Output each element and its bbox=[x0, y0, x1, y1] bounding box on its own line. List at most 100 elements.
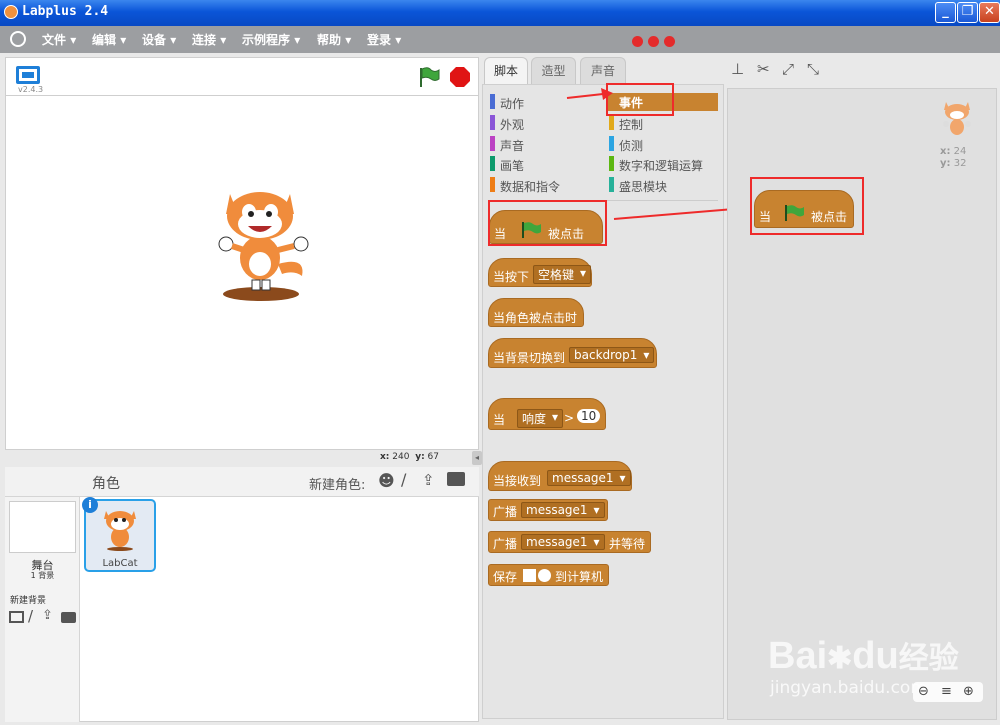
fullscreen-icon[interactable] bbox=[16, 66, 40, 84]
key-dropdown[interactable]: 空格键 bbox=[533, 265, 591, 284]
watermark-url: jingyan.baidu.com bbox=[770, 678, 927, 698]
paint-brush-icon[interactable]: / bbox=[401, 470, 406, 489]
zoom-in-icon[interactable]: ⊕ bbox=[963, 684, 974, 699]
zoom-controls: ⊖ ≡ ⊕ bbox=[913, 682, 983, 702]
when-receive-block[interactable]: 当接收到 message1 bbox=[488, 461, 632, 491]
category-sensing[interactable]: 侦测 bbox=[619, 137, 643, 154]
save-round-slot[interactable] bbox=[538, 569, 551, 582]
category-color bbox=[609, 156, 614, 171]
when-backdrop-switches-block[interactable]: 当背景切换到 backdrop1 bbox=[488, 338, 657, 368]
tab-costumes[interactable]: 造型 bbox=[531, 57, 576, 84]
backdrop-library-icon[interactable] bbox=[9, 611, 24, 623]
grow-icon[interactable]: ⤢ bbox=[782, 60, 794, 78]
menu-device[interactable]: 设备 ▾ bbox=[142, 31, 176, 48]
category-color bbox=[490, 177, 495, 192]
stage-toolbar bbox=[5, 57, 479, 95]
message-dropdown[interactable]: message1 bbox=[547, 470, 631, 486]
shrink-icon[interactable]: ⤡ bbox=[807, 60, 819, 78]
when-loudness-block[interactable]: 当 响度 > 10 bbox=[488, 398, 606, 430]
new-backdrop-label: 新建背景 bbox=[10, 596, 47, 606]
save-input-slot[interactable] bbox=[523, 569, 536, 582]
category-labplus[interactable]: 盛思模块 bbox=[619, 178, 667, 195]
backdrop-count: 1 背景 bbox=[30, 571, 55, 580]
broadcast-and-wait-block[interactable]: 广播 message1 并等待 bbox=[488, 531, 651, 553]
globe-icon[interactable] bbox=[10, 31, 26, 47]
when-key-pressed-block[interactable]: 当按下 空格键 bbox=[488, 258, 592, 287]
status-dot bbox=[664, 36, 675, 47]
category-pen[interactable]: 画笔 bbox=[500, 157, 524, 174]
category-sound[interactable]: 声音 bbox=[500, 137, 524, 154]
category-motion[interactable]: 动作 bbox=[500, 95, 524, 112]
title-bar: Labplus 2.4 _ ❐ ✕ bbox=[0, 0, 1000, 26]
info-icon[interactable]: i bbox=[82, 497, 98, 513]
category-color bbox=[609, 115, 614, 130]
category-color bbox=[490, 94, 495, 109]
category-operators[interactable]: 数字和逻辑运算 bbox=[619, 157, 703, 174]
collapse-stage-button[interactable]: ◂ bbox=[472, 451, 482, 465]
menu-login[interactable]: 登录 ▾ bbox=[367, 31, 401, 48]
stamp-icon[interactable]: ⊥ bbox=[731, 60, 744, 78]
loudness-dropdown[interactable]: 响度 bbox=[517, 409, 564, 428]
backdrop-dropdown[interactable]: backdrop1 bbox=[569, 347, 655, 363]
close-button[interactable]: ✕ bbox=[979, 2, 1000, 23]
menu-bar: 文件 ▾ 编辑 ▾ 设备 ▾ 连接 ▾ 示例程序 ▾ 帮助 ▾ 登录 ▾ bbox=[0, 26, 1000, 53]
when-sprite-clicked-block[interactable]: 当角色被点击时 bbox=[488, 298, 584, 327]
status-dot bbox=[648, 36, 659, 47]
broadcast-wait-dropdown[interactable]: message1 bbox=[521, 534, 605, 550]
menu-edit[interactable]: 编辑 ▾ bbox=[92, 31, 126, 48]
category-control[interactable]: 控制 bbox=[619, 116, 643, 133]
camera-backdrop-icon[interactable] bbox=[61, 612, 76, 623]
category-color bbox=[490, 136, 495, 151]
zoom-reset-icon[interactable]: ≡ bbox=[941, 684, 952, 699]
mouse-coordinates: x: 240 y: 67 bbox=[380, 452, 439, 462]
menu-file[interactable]: 文件 ▾ bbox=[42, 31, 76, 48]
camera-icon[interactable] bbox=[447, 472, 465, 486]
menu-examples[interactable]: 示例程序 ▾ bbox=[242, 31, 300, 48]
upload-backdrop-icon[interactable]: ⇪ bbox=[42, 608, 53, 623]
sprite-library-icon[interactable]: ☻ bbox=[378, 471, 395, 490]
sprite-name: LabCat bbox=[102, 558, 138, 569]
labcat-thumbnail bbox=[104, 511, 136, 551]
highlight-box-script-block bbox=[750, 177, 864, 235]
stage-thumbnail[interactable] bbox=[9, 501, 76, 553]
highlight-box-flag-block bbox=[488, 200, 607, 246]
stage-canvas[interactable] bbox=[5, 95, 479, 450]
paint-backdrop-icon[interactable]: / bbox=[28, 607, 33, 625]
stop-icon[interactable] bbox=[449, 66, 471, 88]
baidu-watermark: Bai✱du经验 bbox=[768, 635, 959, 677]
maximize-button[interactable]: ❐ bbox=[957, 2, 978, 23]
minimize-button[interactable]: _ bbox=[935, 2, 956, 23]
sprite-header-label: 角色 bbox=[92, 476, 120, 492]
sprite-preview-icon bbox=[943, 102, 971, 135]
green-flag-icon[interactable] bbox=[418, 66, 440, 88]
category-color bbox=[490, 115, 495, 130]
category-color bbox=[490, 156, 495, 171]
category-color bbox=[609, 136, 614, 151]
tab-scripts[interactable]: 脚本 bbox=[484, 57, 528, 84]
status-dot bbox=[632, 36, 643, 47]
cut-icon[interactable]: ✂ bbox=[757, 60, 770, 78]
zoom-out-icon[interactable]: ⊖ bbox=[918, 684, 929, 699]
broadcast-block[interactable]: 广播 message1 bbox=[488, 499, 608, 521]
window-title: Labplus 2.4 bbox=[22, 4, 109, 19]
new-sprite-label: 新建角色: bbox=[309, 478, 366, 493]
paw-icon: ✱ bbox=[827, 642, 853, 675]
category-looks[interactable]: 外观 bbox=[500, 116, 524, 133]
app-icon bbox=[4, 5, 18, 19]
tab-sounds[interactable]: 声音 bbox=[580, 57, 626, 84]
stage-selector: 舞台 1 背景 新建背景 / ⇪ bbox=[5, 497, 80, 722]
labcat-sprite[interactable] bbox=[216, 184, 316, 302]
category-data[interactable]: 数据和指令 bbox=[500, 178, 560, 195]
broadcast-dropdown[interactable]: message1 bbox=[521, 502, 605, 518]
version-label: v2.4.3 bbox=[18, 85, 44, 94]
arrow-annotation bbox=[566, 88, 613, 100]
upload-icon[interactable]: ⇪ bbox=[422, 471, 435, 489]
menu-connect[interactable]: 连接 ▾ bbox=[192, 31, 226, 48]
menu-help[interactable]: 帮助 ▾ bbox=[317, 31, 351, 48]
sprite-panel-header: 角色 新建角色: ☻ / ⇪ bbox=[5, 467, 479, 497]
sprite-position: x: 24 y: 32 bbox=[940, 146, 967, 169]
threshold-input[interactable]: 10 bbox=[577, 409, 601, 423]
category-color bbox=[609, 177, 614, 192]
save-to-computer-block[interactable]: 保存 到计算机 bbox=[488, 564, 609, 586]
highlight-box-events bbox=[606, 83, 674, 116]
